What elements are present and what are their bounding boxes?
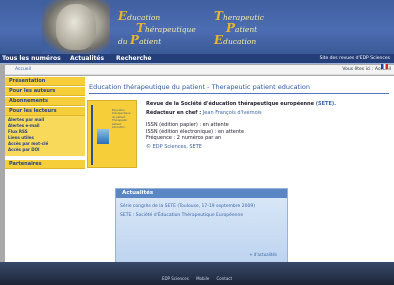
header-banner: Education Thérapeutique du Patient Thera…: [0, 0, 394, 54]
footer-link-edp[interactable]: EDP Sciences: [162, 276, 189, 281]
hippocrates-bust-logo: [42, 0, 110, 54]
nav-news[interactable]: Actualités: [70, 54, 104, 64]
editor-line: Rédacteur en chef : Jean François d'Iver…: [146, 109, 262, 116]
sete-link[interactable]: (SETE).: [316, 101, 336, 107]
copyright-link[interactable]: © EDP Sciences, SETE: [146, 144, 391, 151]
main-nav: Tous les numéros Actualités Recherche Si…: [0, 54, 394, 64]
nav-all-issues[interactable]: Tous les numéros: [2, 54, 61, 64]
journal-description: Revue de la Société d'éducation thérapeu…: [146, 101, 337, 107]
uk-flag-icon[interactable]: [381, 64, 388, 69]
logo-right-line-1: Therapeutic: [214, 9, 264, 23]
cover-stripe: [91, 105, 93, 165]
breadcrumb-bar: Accueil Vous êtes ici : Accueil: [5, 65, 394, 75]
news-heading: Actualités: [116, 189, 287, 198]
page: Education Thérapeutique du Patient Thera…: [0, 0, 394, 285]
logo-line-2: Thérapeutique: [136, 21, 196, 35]
journal-info: Revue de la Société d'éducation thérapeu…: [146, 101, 391, 150]
footer: EDP Sciences Mobile Contact: [0, 262, 394, 285]
logo-right-line-2: Patient: [226, 21, 258, 35]
editor-link[interactable]: Jean François d'Ivernois: [203, 110, 262, 116]
cover-text: Education thérapeutique du patient Thera…: [112, 109, 131, 130]
sidebar-item-authors[interactable]: Pour les auteurs: [5, 87, 85, 96]
sidebar-subitem[interactable]: Accès par DOI: [8, 147, 85, 153]
logo-line-3: du Patient: [118, 33, 162, 47]
sidebar-item-partners[interactable]: Partenaires: [5, 160, 85, 169]
sidebar-item-readers[interactable]: Pour les lecteurs: [5, 107, 85, 116]
page-title: Education thérapeutique du patient - The…: [89, 83, 311, 91]
title-divider: [89, 93, 389, 94]
nav-search[interactable]: Recherche: [116, 54, 151, 64]
logo-right-line-3: Education: [214, 33, 257, 47]
footer-links: EDP Sciences Mobile Contact: [0, 276, 394, 281]
sidebar-item-subscriptions[interactable]: Abonnements: [5, 97, 85, 106]
cover-picture: [97, 129, 109, 144]
journal-cover-image[interactable]: Education thérapeutique du patient Thera…: [87, 100, 137, 168]
main-content: Education thérapeutique du patient - The…: [85, 76, 394, 266]
footer-link-contact[interactable]: Contact: [217, 276, 233, 281]
news-box: Actualités Série congrès de la SETE (Tou…: [115, 188, 288, 266]
more-news-link[interactable]: + d'actualités: [249, 252, 277, 257]
sidebar-submenu: Alertes par mail Alertes e-mail Flux RSS…: [5, 116, 85, 156]
news-item[interactable]: SETE : Société d'Éducation Thérapeutique…: [116, 212, 287, 219]
sidebar: Présentation Pour les auteurs Abonnement…: [5, 76, 85, 262]
news-item[interactable]: Série congrès de la SETE (Toulouse, 17-1…: [116, 203, 287, 210]
home-link[interactable]: Accueil: [15, 65, 31, 74]
sidebar-item-presentation[interactable]: Présentation: [5, 77, 85, 86]
frequency: Fréquence : 2 numéros par an: [146, 135, 222, 141]
footer-link-mobile[interactable]: Mobile: [196, 276, 209, 281]
edp-sciences-link[interactable]: Site des revues d'EDP Sciences: [320, 54, 390, 64]
